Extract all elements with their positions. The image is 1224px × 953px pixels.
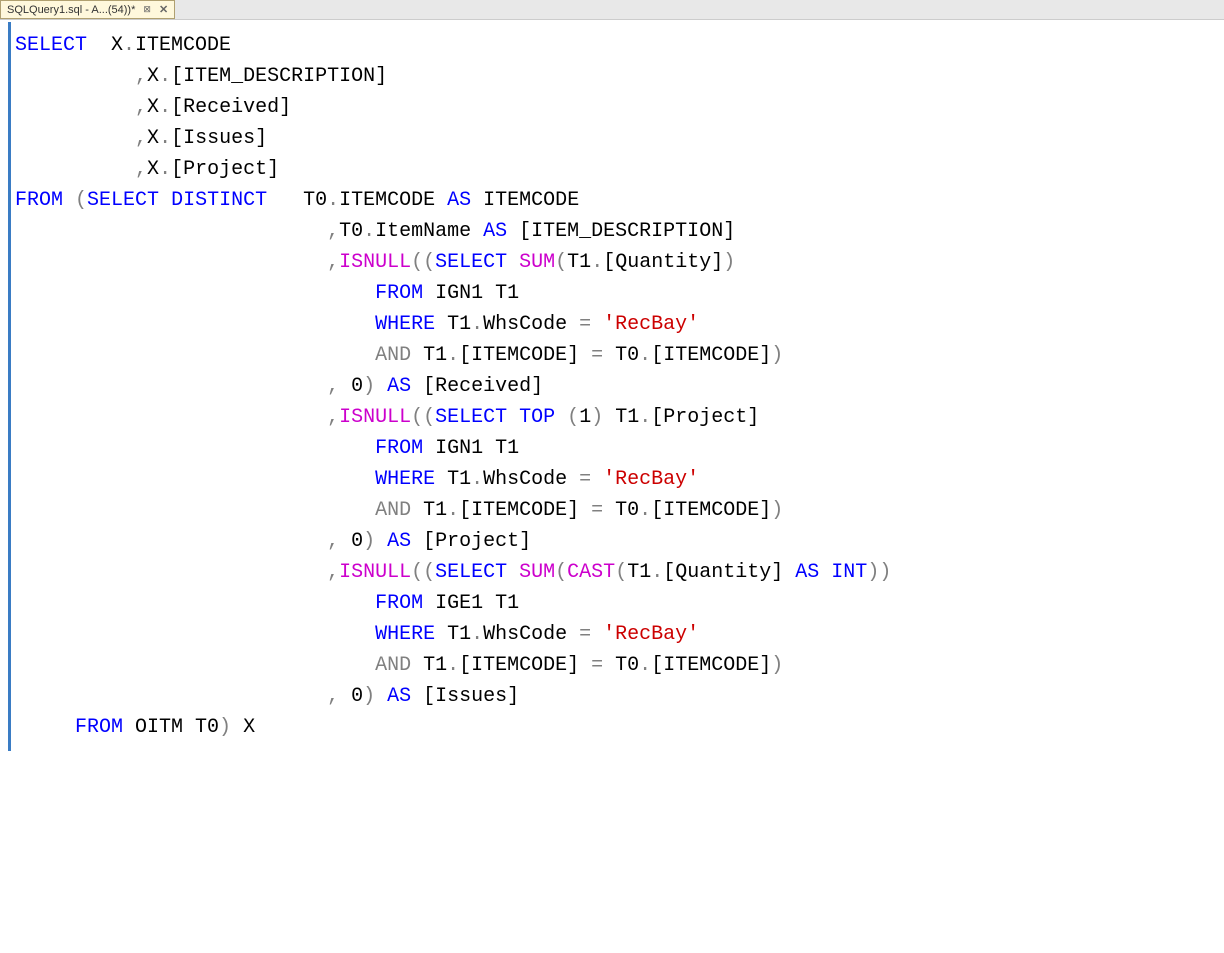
code-line: WHERE T1.WhsCode = 'RecBay' (15, 309, 1224, 340)
code-line: ,ISNULL((SELECT SUM(T1.[Quantity]) (15, 247, 1224, 278)
code-line: ,ISNULL((SELECT SUM(CAST(T1.[Quantity] A… (15, 557, 1224, 588)
code-line: ,T0.ItemName AS [ITEM_DESCRIPTION] (15, 216, 1224, 247)
code-line: AND T1.[ITEMCODE] = T0.[ITEMCODE]) (15, 340, 1224, 371)
code-line: FROM IGE1 T1 (15, 588, 1224, 619)
code-editor[interactable]: SELECT X.ITEMCODE ,X.[ITEM_DESCRIPTION] … (8, 22, 1224, 751)
code-line: FROM IGN1 T1 (15, 433, 1224, 464)
close-icon[interactable]: ✕ (159, 3, 168, 16)
code-line: FROM IGN1 T1 (15, 278, 1224, 309)
code-line: , 0) AS [Issues] (15, 681, 1224, 712)
code-line: ,X.[Project] (15, 154, 1224, 185)
tab-label: SQLQuery1.sql - A...(54))* (7, 4, 135, 16)
code-line: WHERE T1.WhsCode = 'RecBay' (15, 619, 1224, 650)
code-line: FROM OITM T0) X (15, 712, 1224, 743)
code-line: , 0) AS [Project] (15, 526, 1224, 557)
code-line: ,X.[ITEM_DESCRIPTION] (15, 61, 1224, 92)
code-line: WHERE T1.WhsCode = 'RecBay' (15, 464, 1224, 495)
code-line: ,ISNULL((SELECT TOP (1) T1.[Project] (15, 402, 1224, 433)
code-line: AND T1.[ITEMCODE] = T0.[ITEMCODE]) (15, 650, 1224, 681)
code-line: SELECT X.ITEMCODE (15, 30, 1224, 61)
code-line: AND T1.[ITEMCODE] = T0.[ITEMCODE]) (15, 495, 1224, 526)
code-line: ,X.[Issues] (15, 123, 1224, 154)
tab-bar: SQLQuery1.sql - A...(54))* ⊠ ✕ (0, 0, 1224, 20)
editor-tab[interactable]: SQLQuery1.sql - A...(54))* ⊠ ✕ (0, 0, 175, 19)
pin-icon[interactable]: ⊠ (143, 4, 151, 15)
code-line: FROM (SELECT DISTINCT T0.ITEMCODE AS ITE… (15, 185, 1224, 216)
code-line: , 0) AS [Received] (15, 371, 1224, 402)
code-line: ,X.[Received] (15, 92, 1224, 123)
